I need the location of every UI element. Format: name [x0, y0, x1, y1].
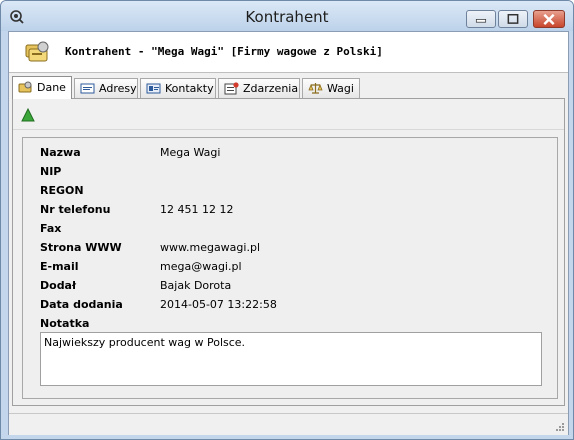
email-link[interactable]: mega@wagi.pl: [160, 260, 242, 273]
contractor-cards-icon: [25, 41, 49, 62]
maximize-button[interactable]: [498, 10, 528, 28]
address-card-icon: [80, 83, 95, 94]
field-value: 12 451 12 12: [160, 203, 234, 216]
minimize-icon: [475, 19, 487, 23]
note-textarea[interactable]: Najwiekszy producent wag w Polsce.: [40, 332, 542, 386]
field-label: NIP: [40, 165, 62, 178]
field-label: E-mail: [40, 260, 79, 273]
resize-grip-icon[interactable]: [555, 422, 565, 432]
header-banner: Kontrahent - "Mega Wagi" [Firmy wagowe z…: [9, 32, 568, 73]
field-label: Fax: [40, 222, 62, 235]
title-bar[interactable]: Kontrahent: [1, 1, 573, 31]
field-label: Data dodania: [40, 298, 123, 311]
window-client: Kontrahent - "Mega Wagi" [Firmy wagowe z…: [8, 31, 569, 435]
header-title: Kontrahent - "Mega Wagi" [Firmy wagowe z…: [65, 45, 383, 58]
folder-coins-icon: [18, 81, 32, 93]
toolbar-separator: [13, 129, 564, 130]
minimize-button[interactable]: [466, 10, 496, 28]
tab-zdarzenia[interactable]: Zdarzenia: [218, 78, 300, 98]
contractor-window: Kontrahent Kontrahent - "Mega Wagi" [Fir…: [0, 0, 574, 440]
close-icon: [543, 13, 555, 25]
tab-label: Kontakty: [165, 82, 214, 95]
tab-label: Adresy: [99, 82, 137, 95]
field-label: Nazwa: [40, 146, 81, 159]
status-bar: [9, 413, 568, 435]
tab-panel-dane: Nazwa Mega Wagi NIP REGON Nr telefonu 12…: [12, 98, 565, 406]
events-calendar-icon: [224, 82, 239, 95]
website-link[interactable]: www.megawagi.pl: [160, 241, 260, 254]
green-triangle-up-icon[interactable]: [21, 108, 35, 122]
tab-kontakty[interactable]: Kontakty: [140, 78, 216, 98]
tab-label: Wagi: [327, 82, 354, 95]
details-group: Nazwa Mega Wagi NIP REGON Nr telefonu 12…: [22, 137, 558, 399]
note-label: Notatka: [40, 317, 90, 330]
scale-icon: [308, 83, 323, 94]
tab-dane[interactable]: Dane: [12, 76, 72, 99]
tab-label: Dane: [37, 81, 66, 94]
maximize-icon: [507, 13, 519, 24]
contacts-card-icon: [146, 83, 161, 94]
field-label: REGON: [40, 184, 84, 197]
close-button[interactable]: [533, 10, 565, 28]
field-label: Dodał: [40, 279, 77, 292]
field-value: 2014-05-07 13:22:58: [160, 298, 277, 311]
field-value: Mega Wagi: [160, 146, 221, 159]
tab-wagi[interactable]: Wagi: [302, 78, 360, 98]
field-label: Strona WWW: [40, 241, 122, 254]
field-label: Nr telefonu: [40, 203, 111, 216]
tab-adresy[interactable]: Adresy: [74, 78, 138, 98]
field-value: Bajak Dorota: [160, 279, 232, 292]
tab-label: Zdarzenia: [243, 82, 299, 95]
